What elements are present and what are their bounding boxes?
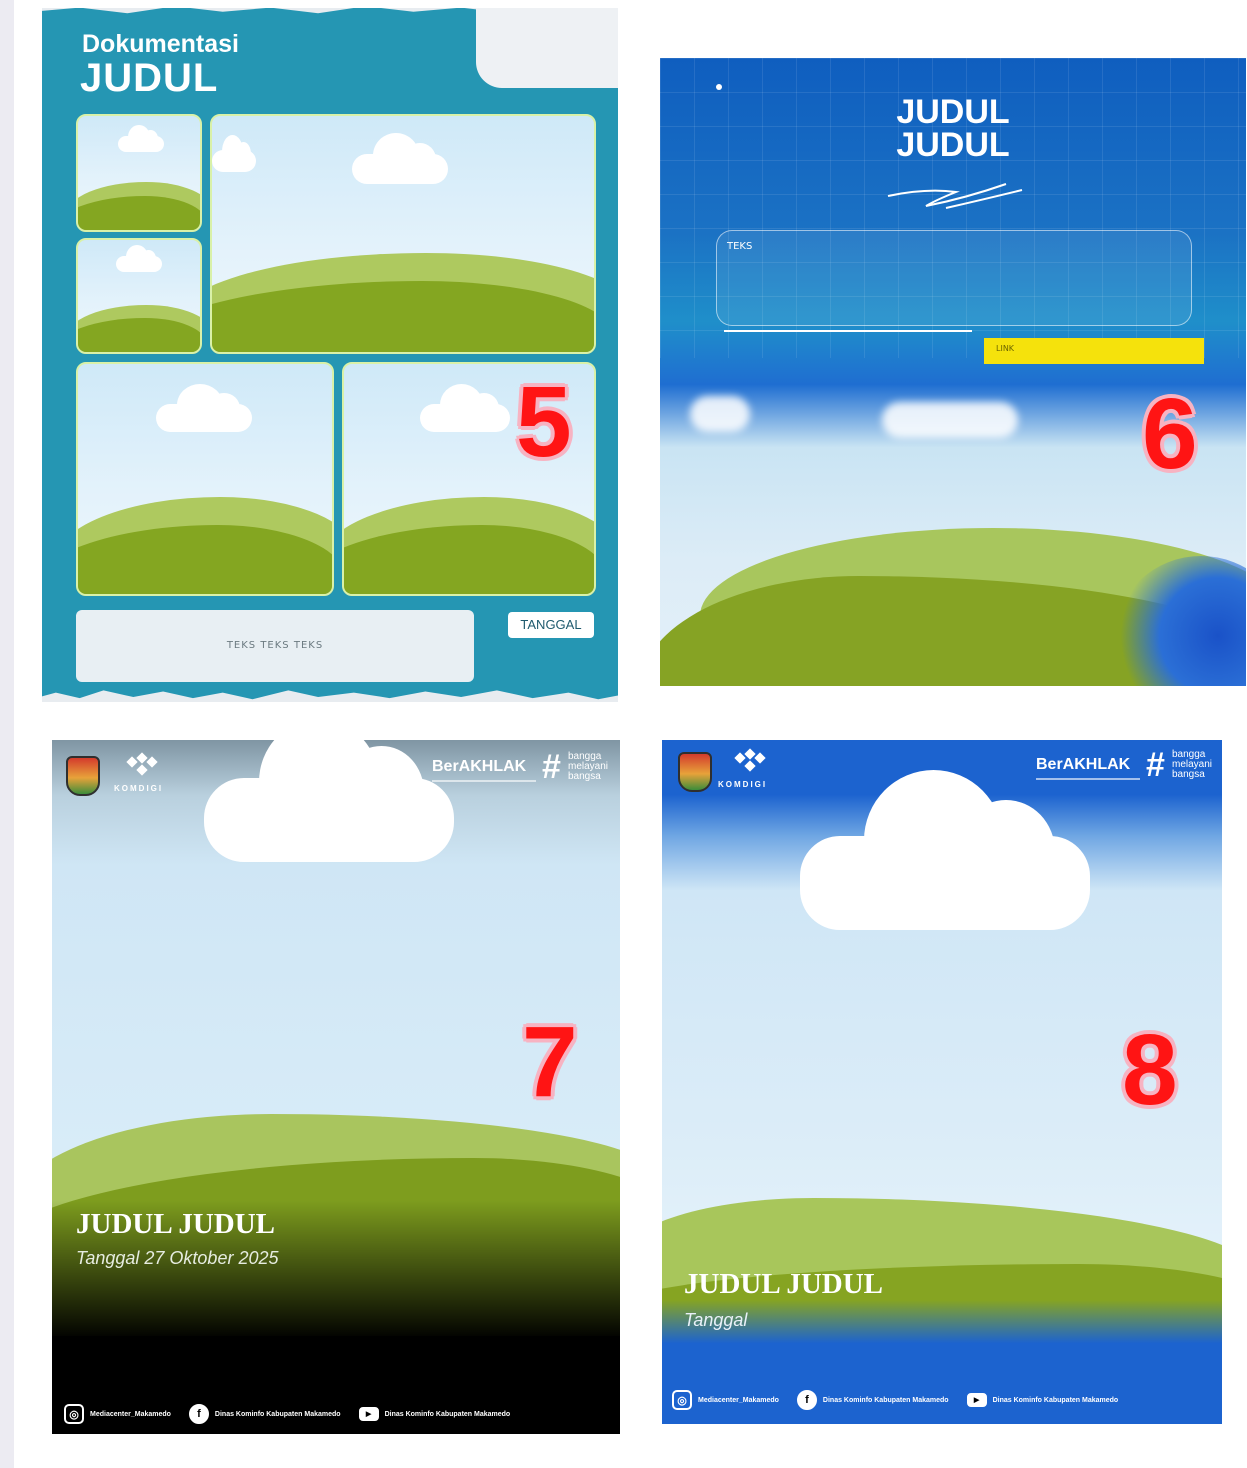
hill xyxy=(78,525,332,594)
social-media-row: ◎ Mediacenter_Makamedo f Dinas Kominfo K… xyxy=(64,1404,528,1424)
instagram-icon: ◎ xyxy=(672,1390,692,1410)
instagram-icon: ◎ xyxy=(64,1404,84,1424)
corner-paper xyxy=(476,8,618,88)
template-date: Tanggal 27 Oktober 2025 xyxy=(76,1248,279,1268)
youtube-icon: ▶ xyxy=(966,1393,987,1407)
divider-line xyxy=(724,330,972,332)
berakhlak-tagline xyxy=(432,780,536,782)
social-instagram: ◎ Mediacenter_Makamedo xyxy=(64,1404,171,1424)
hashtag-icon: # xyxy=(1146,746,1165,784)
facebook-icon: f xyxy=(188,1404,209,1424)
hill xyxy=(344,525,594,594)
instagram-handle: Mediacenter_Makamedo xyxy=(698,1396,779,1404)
social-instagram: ◎ Mediacenter_Makamedo xyxy=(672,1390,779,1410)
social-facebook: f Dinas Kominfo Kabupaten Makamedo xyxy=(188,1404,341,1424)
documentation-label: Dokumentasi xyxy=(82,30,239,58)
komdigi-label: KOMDIGI xyxy=(718,780,768,789)
title-line-1: JUDUL xyxy=(896,93,1010,131)
caption-text: TEKS TEKS TEKS xyxy=(226,640,324,651)
facebook-handle: Dinas Kominfo Kabupaten Makamedo xyxy=(214,1410,341,1418)
cloud-icon xyxy=(212,134,256,172)
dot-decoration xyxy=(716,84,722,90)
bangga-melayani-bangsa: bangga melayani bangsa xyxy=(568,752,608,782)
cloud-icon xyxy=(352,133,448,184)
template-number-6: 6 xyxy=(1142,378,1198,490)
cloud-icon xyxy=(882,402,1018,438)
squiggle-icon xyxy=(887,183,1023,209)
youtube-handle: Dinas Kominfo Kabupaten Makamedo xyxy=(384,1410,511,1418)
template-title: JUDUL xyxy=(80,56,219,100)
hill xyxy=(78,318,200,352)
youtube-handle: Dinas Kominfo Kabupaten Makamedo xyxy=(992,1396,1119,1404)
template-number-5: 5 xyxy=(516,366,572,478)
facebook-handle: Dinas Kominfo Kabupaten Makamedo xyxy=(822,1396,949,1404)
berakhlak-logo: BerAKHLAK xyxy=(1036,756,1131,773)
regional-emblem-icon xyxy=(678,752,712,792)
berakhlak-tagline xyxy=(1036,778,1140,780)
photo-placeholder xyxy=(76,362,334,596)
caption-box: TEKS TEKS TEKS xyxy=(76,610,474,682)
yellow-bar: LINK xyxy=(984,338,1204,364)
template-date: Tanggal xyxy=(684,1310,748,1330)
hill xyxy=(212,281,594,352)
photo-placeholder xyxy=(76,238,202,354)
regional-emblem-icon xyxy=(66,756,100,796)
hashtag-icon: # xyxy=(542,748,561,786)
social-youtube: ▶ Dinas Kominfo Kabupaten Makamedo xyxy=(966,1393,1119,1407)
template-6-card[interactable]: JUDUL JUDUL TEKS LINK xyxy=(660,58,1246,686)
cloud-icon xyxy=(156,384,252,432)
social-media-row: ◎ Mediacenter_Makamedo f Dinas Kominfo K… xyxy=(672,1390,1136,1410)
text-box: TEKS xyxy=(716,230,1192,326)
text-box-label: TEKS xyxy=(727,241,753,252)
komdigi-label: KOMDIGI xyxy=(114,784,164,793)
torn-paper-bottom xyxy=(42,690,618,702)
date-tag: TANGGAL xyxy=(508,612,594,638)
social-youtube: ▶ Dinas Kominfo Kabupaten Makamedo xyxy=(358,1407,511,1421)
cloud-icon xyxy=(118,124,164,152)
template-title: JUDUL JUDUL xyxy=(660,93,1246,164)
berakhlak-logo: BerAKHLAK xyxy=(432,758,527,775)
bangga-line: bangsa xyxy=(1172,769,1205,780)
cloud-icon xyxy=(800,770,1090,930)
photo-placeholder xyxy=(210,114,596,354)
yellow-bar-label: LINK xyxy=(996,344,1015,353)
hill xyxy=(78,195,200,230)
template-title: JUDUL JUDUL xyxy=(684,1268,883,1300)
template-number-7: 7 xyxy=(522,1006,578,1118)
bangga-melayani-bangsa: bangga melayani bangsa xyxy=(1172,750,1212,780)
cloud-icon xyxy=(204,740,454,862)
page-left-border xyxy=(0,0,14,1468)
komdigi-logo-icon xyxy=(126,752,158,780)
cloud-icon xyxy=(116,244,162,272)
template-title: JUDUL JUDUL xyxy=(76,1208,275,1240)
photo-placeholder xyxy=(76,114,202,232)
template-5-card[interactable]: Dokumentasi JUDUL TEKS TEKS TEKS TANGGAL xyxy=(42,8,618,702)
cloud-icon xyxy=(690,396,750,432)
facebook-icon: f xyxy=(796,1390,817,1410)
komdigi-logo-icon xyxy=(734,748,766,776)
social-facebook: f Dinas Kominfo Kabupaten Makamedo xyxy=(796,1390,949,1410)
title-line-2: JUDUL xyxy=(896,126,1010,164)
instagram-handle: Mediacenter_Makamedo xyxy=(90,1410,171,1418)
youtube-icon: ▶ xyxy=(358,1407,379,1421)
template-number-8: 8 xyxy=(1122,1014,1178,1126)
bangga-line: bangsa xyxy=(568,771,601,782)
cloud-icon xyxy=(420,384,510,432)
